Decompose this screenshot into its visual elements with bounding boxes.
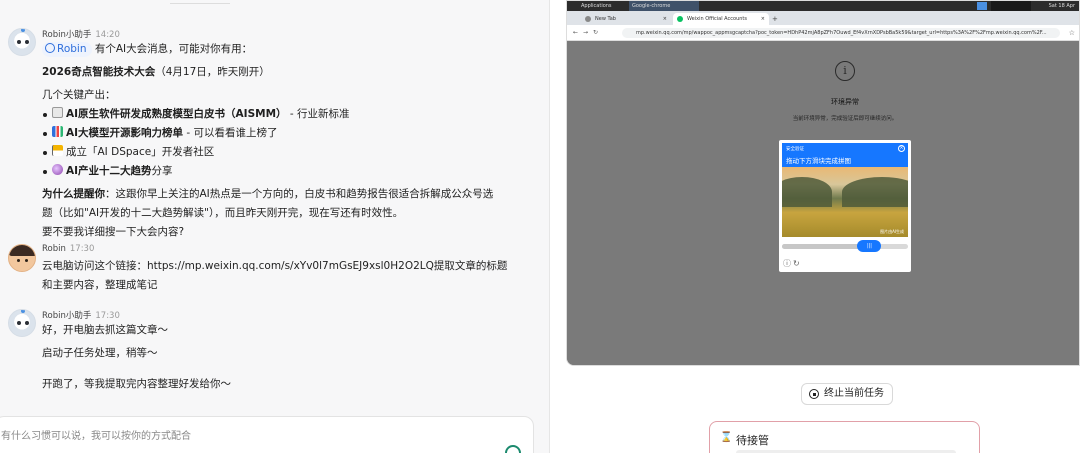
chat-panel: Robin小助手 14:20 Robin 有个AI大会消息，可能对你有用： 202… [0,0,550,453]
applications-menu[interactable]: Applications [581,1,612,11]
pending-title: 待接管 [736,434,769,447]
reason-text-cont: 题（比如"AI开发的十二大趋势解读"），而且昨天刚开完，现在写还有时效性。 [42,207,404,219]
follow-up-question: 要不要我详细搜一下大会内容? [42,226,185,238]
image-note: 图片由AI生成 [880,229,904,234]
webpage: i 环境异常 当前环境异常，完成验证后即可继续访问。 安全验证 拖动下方滑块完成… [567,41,1079,365]
close-icon[interactable]: × [663,13,667,25]
message-composer[interactable]: 有什么习惯可以说，我可以按你的方式配合 [0,416,534,453]
captcha-dialog: 安全验证 拖动下方滑块完成拼图 × 图片由AI生成 ||| ⓘ↻ [779,140,911,272]
os-clock: Sat 18 Apr [1048,3,1075,9]
slider-handle[interactable]: ||| [857,240,882,252]
message-time: 17:30 [95,311,120,321]
reason-text: 为什么提醒你：这跟你早上关注的AI热点是一个方向的，白皮书和趋势报告很适合拆解成… [42,188,494,200]
message-time: 17:30 [69,244,95,254]
list-item: AI产业十二大趋势分享 [42,162,493,181]
captcha-tools: ⓘ↻ [783,258,802,269]
os-top-bar: Applications Google-chrome Sat 18 Apr [567,1,1079,11]
new-tab-icon[interactable]: + [772,13,778,25]
slider-track-fill [782,244,870,249]
error-subtitle: 当前环境异常，完成验证后即可继续访问。 [792,116,898,122]
close-icon[interactable]: × [898,145,905,152]
mention-chip[interactable]: Robin [42,42,92,57]
message-meta: Robin 17:30 [42,244,94,254]
top-bar-edge [170,0,230,4]
list-item: 成立「AI DSpace」开发者社区 [42,143,493,162]
message-body: 好，开电脑去抓这篇文章～ 启动子任务处理，稍等～ 开跑了，等我提取完内容整理好发… [42,321,231,394]
user-avatar[interactable] [8,244,36,272]
list-item: AI大模型开源影响力榜单 - 可以看看谁上榜了 [42,124,493,143]
tab-new-tab[interactable]: New Tab × [581,13,671,25]
headline: 2026奇点智能技术大会（4月17日，昨天刚开） [42,66,270,78]
assistant-avatar[interactable] [8,309,36,337]
remote-screen[interactable]: Applications Google-chrome Sat 18 Apr Ne… [566,0,1080,366]
browser-toolbar: ←→↻ mp.weixin.qq.com/mp/wappoc_appmsgcap… [567,25,1079,41]
tray-area [991,1,1031,11]
hourglass-icon: ⌛ [720,432,733,443]
info-icon: i [835,61,855,81]
stop-task-button[interactable]: 终止当前任务 [801,383,893,405]
bar-chart-icon [52,126,63,137]
composer-placeholder: 有什么习惯可以说，我可以按你的方式配合 [1,431,191,442]
message-meta: Robin小助手 14:20 [42,28,120,40]
wechat-icon [677,16,683,22]
message-line: 启动子任务处理，稍等～ [42,347,158,359]
tab-weixin[interactable]: Weixin Official Accounts × [673,13,769,25]
output-list: AI原生软件研发成熟度模型白皮书（AISMM） - 行业新标准 AI大模型开源影… [42,105,493,181]
flag-icon [52,145,63,156]
message-line: 开跑了，等我提取完内容整理好发给你～ [42,378,231,390]
message-meta: Robin小助手 17:30 [42,309,120,321]
document-icon [52,107,63,118]
message-line: 云电脑访问这个链接：https://mp.weixin.qq.com/s/xYv… [42,260,508,272]
help-icon[interactable]: ⓘ [783,259,793,268]
stop-icon [809,389,819,399]
captcha-header: 安全验证 拖动下方滑块完成拼图 × [782,143,908,167]
message-line: 好，开电脑去抓这篇文章～ [42,324,168,336]
browser-tab-strip: New Tab × Weixin Official Accounts × + [567,11,1079,25]
error-title: 环境异常 [831,98,859,106]
tray-icon[interactable] [977,2,987,10]
refresh-icon[interactable]: ↻ [793,259,802,268]
address-bar[interactable]: mp.weixin.qq.com/mp/wappoc_appmsgcaptcha… [622,28,1060,38]
message-time: 14:20 [95,30,120,40]
message-body: 云电脑访问这个链接：https://mp.weixin.qq.com/s/xYv… [42,257,507,295]
intro-text: 有个AI大会消息，可能对你有用： [94,43,253,55]
outputs-label: 几个关键产出： [42,89,116,101]
crystal-ball-icon [52,164,63,175]
message-body: Robin 有个AI大会消息，可能对你有用： 2026奇点智能技术大会（4月17… [42,40,493,242]
nav-arrows-icon[interactable]: ←→↻ [573,29,603,36]
active-window-label[interactable]: Google-chrome [629,1,699,11]
captcha-image: 图片由AI生成 [782,167,908,237]
sender-name: Robin [42,244,66,254]
sender-name: Robin小助手 [42,30,92,40]
list-item: AI原生软件研发成熟度模型白皮书（AISMM） - 行业新标准 [42,105,493,124]
close-icon[interactable]: × [761,13,765,25]
pending-takeover-card[interactable]: ⌛ 待接管 [709,421,980,453]
mention-icon [45,43,55,53]
captcha-slider[interactable]: ||| [782,240,908,252]
globe-icon [585,16,591,22]
assistant-avatar[interactable] [8,28,36,56]
star-icon[interactable]: ☆ [1069,29,1075,37]
cloud-desktop-panel: Applications Google-chrome Sat 18 Apr Ne… [551,0,1080,453]
message-line: 和主要内容，整理成笔记 [42,279,158,291]
sender-name: Robin小助手 [42,311,92,321]
